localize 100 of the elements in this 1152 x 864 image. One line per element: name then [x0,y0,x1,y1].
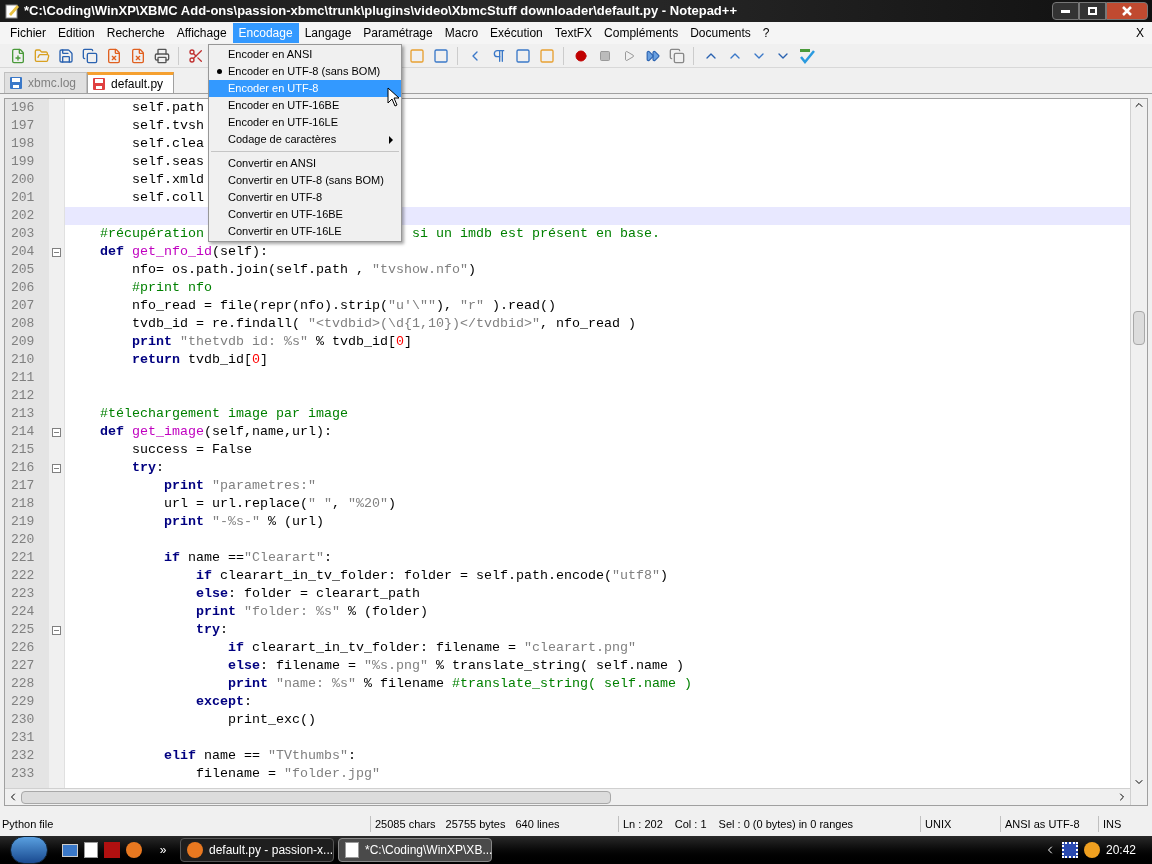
line-number: 227 [10,657,36,675]
code-line: elif name == "TVthumbs": [164,747,356,765]
line-number: 212 [10,387,36,405]
menu-item[interactable]: Langage [298,23,358,43]
menu-item[interactable]: Fichier [4,23,52,43]
line-ending-label: UNIX [920,815,1000,833]
line-number: 210 [10,351,36,369]
encoding-label: ANSI as UTF-8 [1000,815,1098,833]
menu-item[interactable]: Paramétrage [357,23,439,43]
code-line: except: [196,693,252,711]
line-number: 231 [10,729,36,747]
fold-toggle-icon[interactable] [52,463,61,473]
line-number: 219 [10,513,36,531]
code-line: if clearart_in_tv_folder: folder = self.path.encode("utf8") [196,567,668,585]
menu-item[interactable]: Documents [684,23,757,43]
line-number: 211 [10,369,36,387]
menu-option[interactable]: Convertir en UTF-16BE [209,206,401,223]
code-line: self.path [132,99,204,117]
menu-item[interactable]: Macro [438,23,485,43]
line-number: 220 [10,531,36,549]
code-line: print "folder: %s" % (folder) [196,603,428,621]
notepad-app-icon [4,3,20,19]
line-number: 197 [10,117,36,135]
code-line: print "parametres:" [164,477,316,495]
menu-item[interactable]: Exécution [484,23,549,43]
menu-option[interactable]: Convertir en ANSI [209,155,401,172]
code-line: def get_image(self,name,url): [100,423,332,441]
code-line: nfo= os.path.join(self.path , "tvshow.nfo") [132,261,476,279]
line-number: 198 [10,135,36,153]
minimize-button[interactable] [1052,2,1079,20]
taskbar-button[interactable]: default.py - passion-x... [180,838,334,862]
line-number: 217 [10,477,36,495]
menu-item[interactable]: Edition [52,23,101,43]
cursor-position: Col : 1 [674,816,707,832]
menu-option[interactable]: Encoder en UTF-16BE [209,97,401,114]
line-number: 216 [10,459,36,477]
line-number: 208 [10,315,36,333]
line-number: 201 [10,189,36,207]
desktop-icon[interactable] [62,843,78,857]
code-line: return tvdb_id[0] [132,351,268,369]
line-number: 232 [10,747,36,765]
menu-item[interactable]: ? [756,23,776,43]
line-number: 218 [10,495,36,513]
line-number: 203 [10,225,36,243]
insert-mode-label: INS [1098,815,1122,833]
menu-option[interactable]: Convertir en UTF-8 (sans BOM) [209,172,401,189]
line-number: 215 [10,441,36,459]
code-line: else: folder = clearart_path [196,585,420,603]
code-line: filename = "folder.jpg" [196,765,380,783]
menu-option[interactable]: Convertir en UTF-16LE [209,223,401,240]
fold-toggle-icon[interactable] [52,427,61,437]
line-number: 214 [10,423,36,441]
fold-toggle-icon[interactable] [52,625,61,635]
vertical-scrollbar-thumb[interactable] [1133,311,1145,345]
horizontal-scrollbar-thumb[interactable] [21,790,611,804]
line-number: 204 [10,243,36,261]
clock: 20:42 [1105,842,1136,859]
line-number: 202 [10,207,36,225]
menu-item[interactable]: TextFX [548,23,599,43]
menu-item[interactable]: Affichage [170,23,233,43]
file-tab[interactable]: default.py [87,72,175,93]
line-number: 228 [10,675,36,693]
menu-option[interactable]: Encoder en UTF-16LE [209,114,401,131]
menu-option[interactable]: Encoder en ANSI [209,46,401,63]
taskbar-button[interactable]: *C:\Coding\WinXP\XB... [338,838,492,862]
line-number: 200 [10,171,36,189]
file-type-label: Python file [1,816,55,832]
code-line: url = url.replace(" ", "%20") [164,495,396,513]
menu-item[interactable]: Compléments [598,23,685,43]
close-document-button[interactable]: X [1136,24,1144,42]
more-button[interactable]: » [156,841,170,859]
line-number: 209 [10,333,36,351]
start-button[interactable] [10,836,48,864]
line-number: 223 [10,585,36,603]
menu-option[interactable]: Convertir en UTF-8 [209,189,401,206]
close-button[interactable] [1106,2,1148,20]
menu-option[interactable]: Codage de caractères [209,131,401,148]
maximize-button[interactable] [1079,2,1106,20]
code-line: print "-%s-" % (url) [164,513,324,531]
line-number: 222 [10,567,36,585]
mouse-cursor-icon [387,87,400,107]
code-line: nfo_read = file(repr(nfo).strip("u'\""), "r" ).read() [132,297,556,315]
code-line: si un imdb est présent en base. [411,225,660,243]
close-icon [1122,6,1132,16]
code-line: def get_nfo_id(self): [100,243,268,261]
code-line: self.seas [132,153,204,171]
code-line: self.xmld [132,171,204,189]
cursor-position: Sel : 0 (0 bytes) in 0 ranges [718,816,854,832]
code-line: #télechargement image par image [100,405,348,423]
menu-item[interactable]: Recherche [100,23,171,43]
tray-app-icon[interactable] [1083,842,1100,858]
line-number: 196 [10,99,36,117]
window-title: *C:\Coding\WinXP\XBMC Add-ons\passion-xbmc\trunk\plugins\video\XbmcStuff downloader\default.py - Notepad++ [24,2,737,21]
fold-toggle-icon[interactable] [52,247,61,257]
line-number: 224 [10,603,36,621]
line-number: 225 [10,621,36,639]
line-number: 230 [10,711,36,729]
line-number: 205 [10,261,36,279]
document-stat: 640 lines [515,816,560,832]
menu-option[interactable]: Encoder en UTF-8 (sans BOM) [209,63,401,80]
